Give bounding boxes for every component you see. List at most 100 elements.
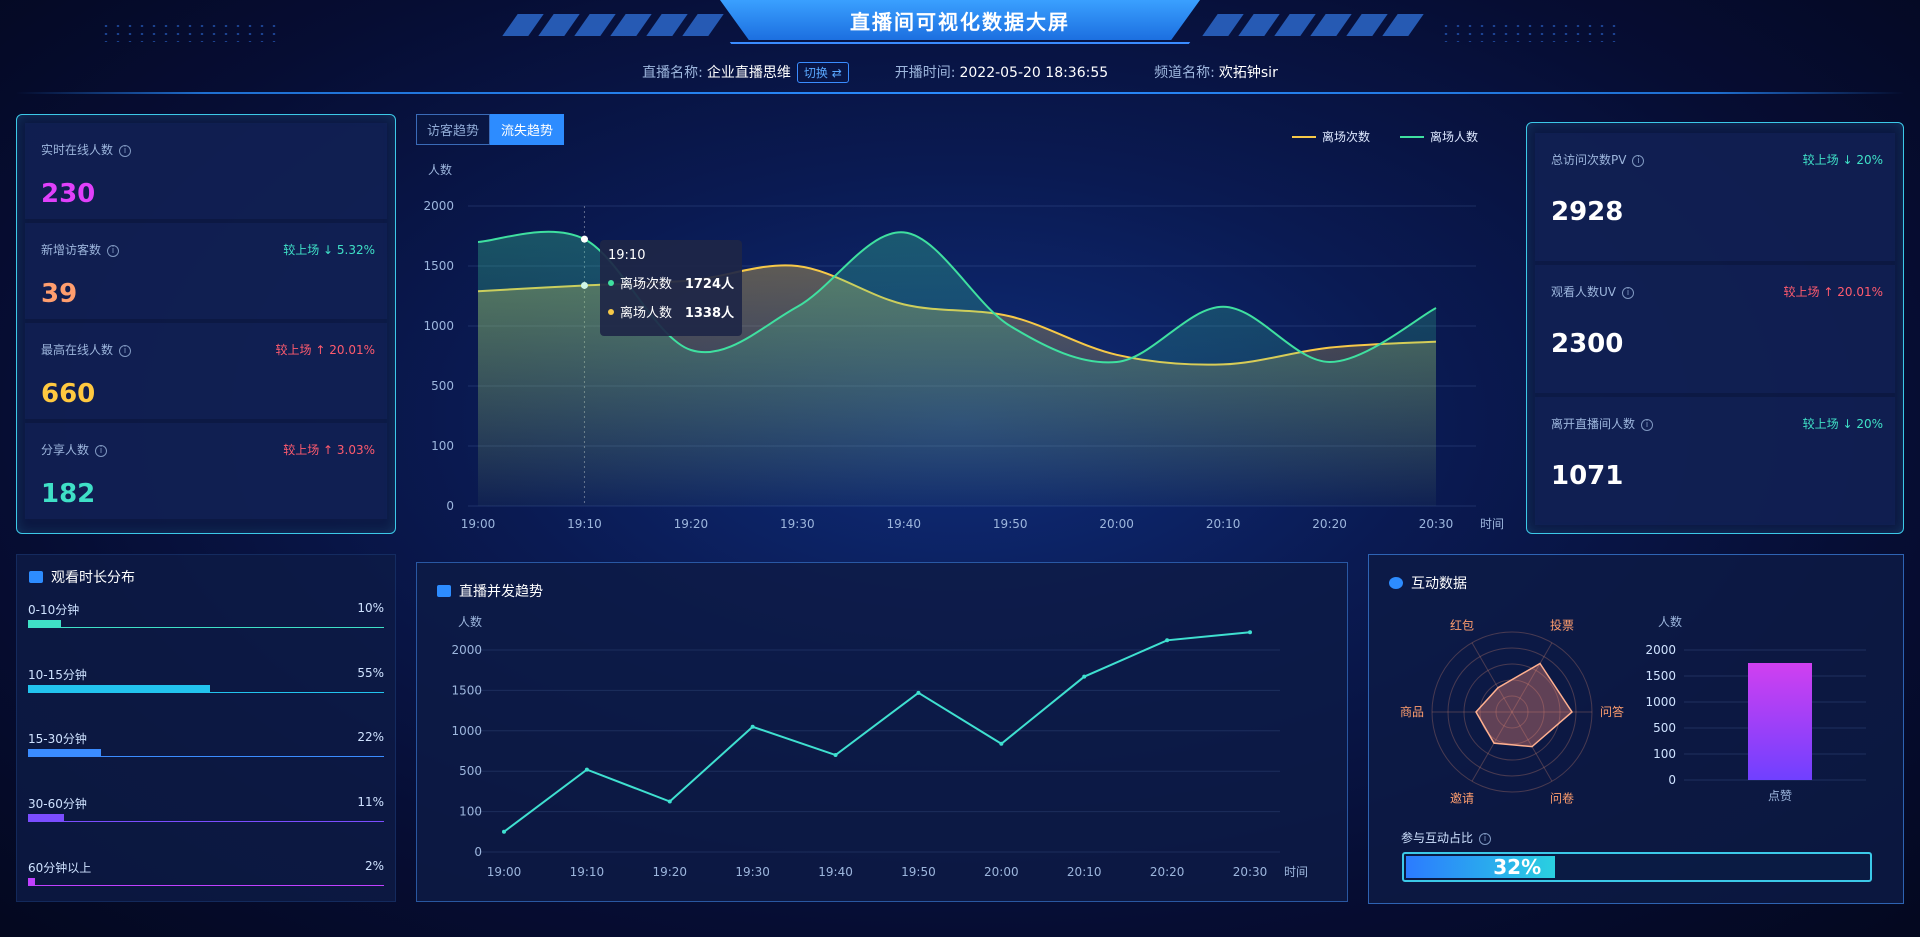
x-tick-label: 19:20 <box>674 517 709 531</box>
x-tick-label: 点赞 <box>1768 789 1792 803</box>
radar-label: 红包 <box>1450 617 1474 632</box>
duration-bar <box>28 684 210 693</box>
concurrency-chart: 人数 0 100 500 1000 1500 2000 19:00 19:10 19:20 19:3… <box>451 614 1308 879</box>
radar-label: 问卷 <box>1550 791 1574 806</box>
radar-label: 邀请 <box>1450 791 1474 806</box>
x-axis-label: 时间 <box>1480 517 1504 531</box>
duration-track <box>28 627 384 628</box>
series-point <box>750 724 755 729</box>
y-tick-label: 1000 <box>1645 695 1676 709</box>
legend-item-leave-count[interactable]: 离场次数 <box>1292 128 1370 145</box>
y-tick-label: 500 <box>459 764 482 778</box>
duration-title: 观看时长分布 <box>29 567 135 587</box>
interaction-radar-chart: 投票问答问卷 邀请 商品 红包 <box>1400 617 1624 806</box>
duration-title-text: 观看时长分布 <box>51 570 135 586</box>
y-axis-label: 人数 <box>1658 614 1682 629</box>
y-tick-label: 100 <box>431 439 454 453</box>
duration-label: 30-60分钟 <box>28 796 87 811</box>
x-tick-label: 19:10 <box>570 865 605 879</box>
x-tick-label: 20:00 <box>984 865 1019 879</box>
ratio-label: 参与互动占比 <box>1401 831 1474 845</box>
duration-percent: 2% <box>364 859 384 873</box>
interaction-ratio-bar: 32% <box>1402 852 1872 882</box>
tooltip-value: 1724人 <box>684 277 734 292</box>
live-name-label: 直播名称: <box>642 65 703 81</box>
x-tick-label: 20:20 <box>1312 517 1347 531</box>
stat-value: 39 <box>41 279 78 309</box>
tab-churn-trend[interactable]: 流失趋势 <box>490 114 565 145</box>
series-point <box>1248 630 1252 635</box>
duration-label: 0-10分钟 <box>28 603 80 617</box>
duration-row: 15-30分钟 22% <box>28 730 384 757</box>
info-icon[interactable]: i <box>119 144 132 157</box>
tooltip-name: 离场次数 <box>620 277 673 292</box>
x-tick-label: 20:10 <box>1206 517 1241 531</box>
y-tick-label: 1500 <box>451 683 482 697</box>
live-name-value: 企业直播思维 <box>706 65 791 81</box>
x-tick-label: 20:30 <box>1233 865 1268 879</box>
x-tick-label: 19:10 <box>567 517 602 531</box>
y-tick-label: 2000 <box>423 199 454 213</box>
tooltip-time: 19:10 <box>608 248 646 263</box>
channel-label: 频道名称: <box>1154 65 1215 81</box>
stat-label: 最高在线人数 <box>41 343 114 357</box>
header-divider <box>16 92 1904 94</box>
legend-swatch <box>1400 135 1424 138</box>
duration-row: 60分钟以上 2% <box>28 859 384 886</box>
info-icon[interactable]: i <box>1622 286 1634 299</box>
info-icon[interactable]: i <box>107 244 120 257</box>
duration-bar <box>28 878 35 886</box>
stat-value: 230 <box>41 179 96 209</box>
stat-value: 1071 <box>1551 461 1624 491</box>
legend-item-leave-people[interactable]: 离场人数 <box>1400 128 1478 145</box>
y-tick-label: 0 <box>474 845 482 859</box>
page-title: 直播间可视化数据大屏 <box>720 0 1200 40</box>
series-line <box>503 631 1251 833</box>
stat-label: 离开直播间人数 <box>1551 417 1636 431</box>
channel-value: 欢拓钟sir <box>1218 65 1278 81</box>
legend-label: 离场次数 <box>1322 130 1371 144</box>
duration-row: 30-60分钟 11% <box>28 795 384 822</box>
stat-label: 总访问次数PV <box>1551 153 1627 167</box>
duration-label: 60分钟以上 <box>28 861 92 875</box>
header-dots-right <box>1440 22 1620 42</box>
live-name-info: 直播名称: 企业直播思维 切换 ⇄ <box>642 62 849 83</box>
tooltip-row: 离场次数 1724人 <box>608 273 734 292</box>
duration-label: 10-15分钟 <box>28 667 87 682</box>
stat-label: 分享人数 <box>41 443 90 457</box>
start-time-value: 2022-05-20 18:36:55 <box>959 65 1109 81</box>
info-icon[interactable]: i <box>119 344 132 357</box>
stat-card-pv: 总访问次数PV i 较上场 ↓ 20% 2928 <box>1535 133 1895 261</box>
y-tick-label: 0 <box>1668 773 1676 787</box>
x-tick-label: 19:50 <box>993 517 1028 531</box>
compare-badge: 较上场 ↑ 3.03% <box>283 443 375 457</box>
info-icon[interactable]: i <box>95 444 108 457</box>
stat-label: 新增访客数 <box>41 243 102 257</box>
stat-card-peak-online: 最高在线人数 i 较上场 ↑ 20.01% 660 <box>25 323 387 419</box>
series-point <box>580 235 588 243</box>
info-icon[interactable]: i <box>1641 418 1654 431</box>
x-tick-label: 19:20 <box>652 865 687 879</box>
series-point <box>667 799 672 804</box>
x-tick-label: 19:00 <box>487 865 522 879</box>
tab-visitor-trend[interactable]: 访客趋势 <box>416 114 491 145</box>
concurrency-title: 直播并发趋势 <box>437 581 543 601</box>
compare-badge: 较上场 ↓ 5.32% <box>283 243 375 257</box>
live-meta-bar: 直播名称: 企业直播思维 切换 ⇄ 开播时间: 2022-05-20 18:36:55… <box>0 62 1920 83</box>
x-tick-label: 19:30 <box>780 517 815 531</box>
x-tick-label: 20:20 <box>1150 865 1185 879</box>
y-tick-label: 1500 <box>1645 669 1676 683</box>
x-tick-label: 19:00 <box>461 517 496 531</box>
legend-swatch <box>1292 135 1316 138</box>
y-tick-label: 500 <box>431 379 454 393</box>
duration-bar <box>28 813 65 822</box>
tooltip-row: 离场人数 1338人 <box>608 302 734 321</box>
duration-percent: 10% <box>357 601 384 615</box>
duration-row: 0-10分钟 10% <box>28 601 384 628</box>
info-icon[interactable]: i <box>1479 832 1492 845</box>
stat-card-shares: 分享人数 i 较上场 ↑ 3.03% 182 <box>25 423 387 519</box>
stat-label-wrap: 离开直播间人数 i <box>1551 415 1654 432</box>
y-tick-label: 100 <box>459 805 482 819</box>
info-icon[interactable]: i <box>1632 154 1645 167</box>
switch-button[interactable]: 切换 ⇄ <box>796 62 849 83</box>
